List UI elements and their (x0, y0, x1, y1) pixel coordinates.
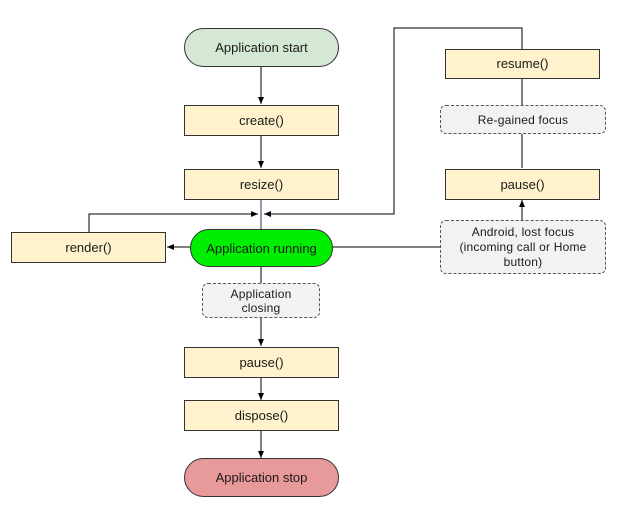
application-start-node: Application start (184, 28, 339, 67)
render-node: render() (11, 232, 166, 263)
resume-node: resume() (445, 49, 600, 79)
create-node: create() (184, 105, 339, 136)
lost-focus-note: Android, lost focus (incoming call or Ho… (440, 220, 606, 274)
application-stop-node: Application stop (184, 458, 339, 497)
regained-focus-note: Re-gained focus (440, 105, 606, 134)
pause-node-main: pause() (184, 347, 339, 378)
application-running-node: Application running (190, 229, 333, 267)
pause-node-side: pause() (445, 169, 600, 200)
resize-node: resize() (184, 169, 339, 200)
dispose-node: dispose() (184, 400, 339, 431)
application-closing-note: Application closing (202, 283, 320, 318)
